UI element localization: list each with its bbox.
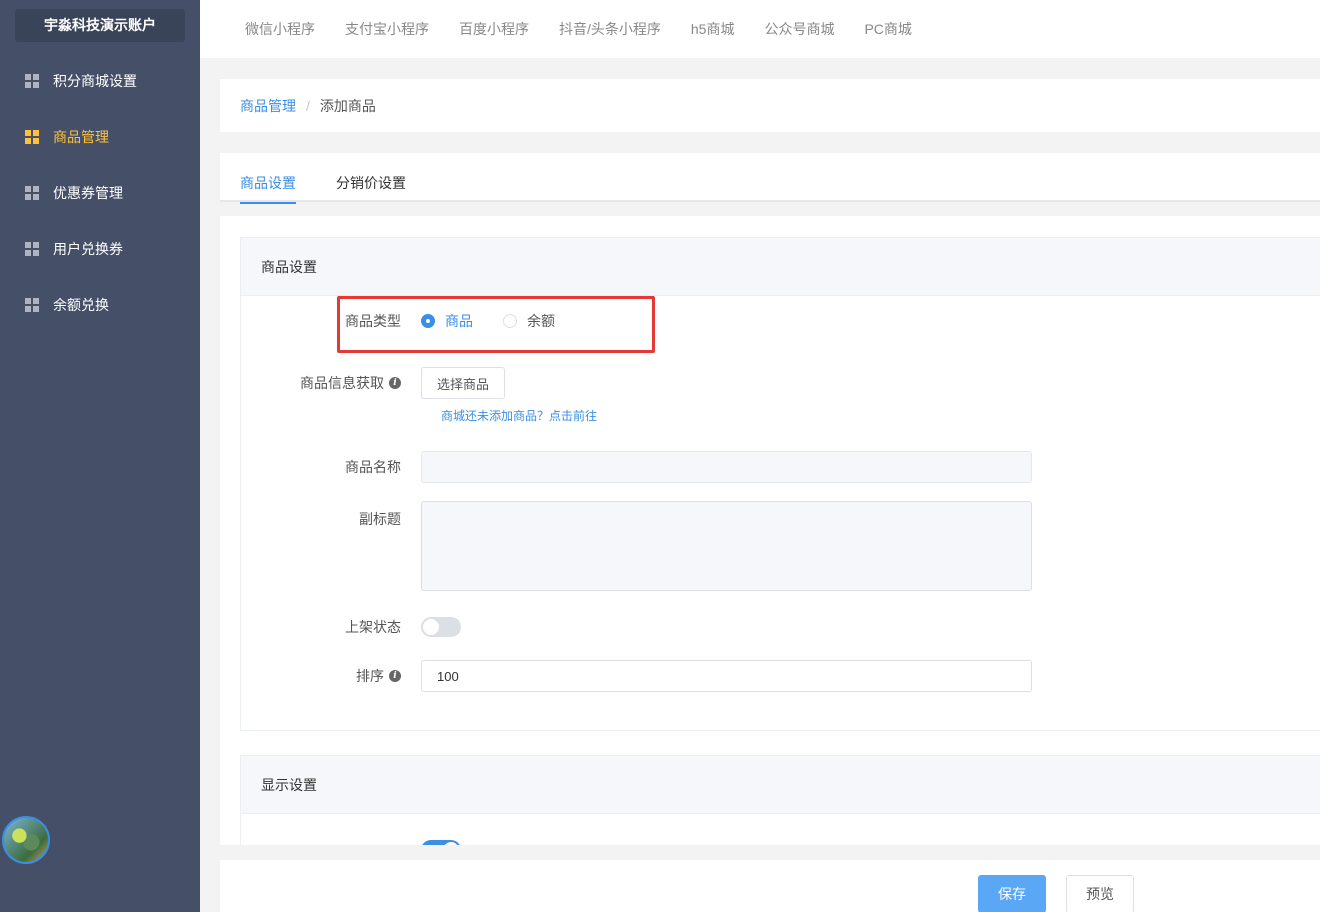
listing-status-row: 上架状态: [241, 617, 461, 637]
display-toggle-row: [241, 840, 461, 845]
breadcrumb-parent[interactable]: 商品管理: [240, 96, 296, 116]
fetch-hint-row: 商城还未添加商品？点击前往: [441, 407, 597, 424]
sidebar-item-label: 余额兑换: [53, 297, 109, 313]
sort-row: 排序 i: [241, 660, 1032, 692]
sidebar-item-label: 优惠券管理: [53, 185, 123, 201]
avatar[interactable]: [2, 816, 50, 864]
section-title: 显示设置: [241, 756, 1320, 814]
tab-official-account-mall[interactable]: 公众号商城: [764, 19, 834, 39]
sidebar-item-user-vouchers[interactable]: 用户兑换券: [0, 221, 200, 277]
section-title: 商品设置: [241, 238, 1320, 296]
sidebar-item-coupon-management[interactable]: 优惠券管理: [0, 165, 200, 221]
product-type-row: 商品类型 商品 余额: [241, 311, 585, 331]
product-type-radio-product[interactable]: 商品: [421, 311, 473, 331]
tab-pc-mall[interactable]: PC商城: [864, 19, 911, 39]
info-icon[interactable]: i: [389, 377, 401, 389]
info-icon[interactable]: i: [389, 670, 401, 682]
subtitle-row: 副标题: [241, 501, 1032, 591]
platform-tab-bar: 微信小程序 支付宝小程序 百度小程序 抖音/头条小程序 h5商城 公众号商城 P…: [200, 0, 1320, 58]
save-button[interactable]: 保存: [978, 875, 1046, 912]
grid-icon: [25, 186, 39, 200]
sort-label: 排序 i: [241, 666, 421, 686]
display-toggle[interactable]: [421, 840, 461, 845]
product-type-radio-balance[interactable]: 余额: [503, 311, 555, 331]
product-info-fetch-label: 商品信息获取 i: [241, 373, 421, 393]
sort-input[interactable]: [421, 660, 1032, 692]
grid-icon: [25, 130, 39, 144]
product-name-input[interactable]: [421, 451, 1032, 483]
tab-h5-mall[interactable]: h5商城: [691, 19, 735, 39]
radio-checked-icon: [421, 314, 435, 328]
select-product-button[interactable]: 选择商品: [421, 367, 506, 399]
account-name[interactable]: 宇淼科技演示账户: [15, 9, 185, 42]
sidebar-nav: 积分商城设置 商品管理 优惠券管理 用户兑换券 余额兑换: [0, 53, 200, 333]
subtitle-label: 副标题: [359, 511, 401, 527]
product-settings-section: 商品设置 商品类型 商品 余额 商品信息获取 i 选择商品 商城还未添加商品？点…: [240, 237, 1320, 731]
breadcrumb-current: 添加商品: [319, 97, 376, 114]
tab-alipay-mini-program[interactable]: 支付宝小程序: [345, 19, 429, 39]
product-name-label: 商品名称: [345, 459, 401, 475]
grid-icon: [25, 298, 39, 312]
tab-douyin-mini-program[interactable]: 抖音/头条小程序: [559, 19, 661, 39]
listing-status-toggle[interactable]: [421, 617, 461, 637]
sidebar-item-points-mall-settings[interactable]: 积分商城设置: [0, 53, 200, 109]
product-type-label: 商品类型: [345, 313, 401, 329]
add-product-link[interactable]: 商城还未添加商品？点击前往: [441, 407, 597, 424]
sidebar-item-label: 用户兑换券: [53, 241, 123, 257]
content-tabs: 商品设置 分销价设置: [220, 153, 1320, 204]
divider: [220, 202, 1320, 216]
sidebar-item-balance-exchange[interactable]: 余额兑换: [0, 277, 200, 333]
subtitle-textarea[interactable]: [421, 501, 1032, 591]
main-panel: 商品设置 分销价设置 商品设置 商品类型 商品 余额 商品信息获取 i 选择商品…: [220, 153, 1320, 845]
action-bar: 保存 预览: [220, 860, 1320, 912]
product-info-fetch-row: 商品信息获取 i 选择商品: [241, 367, 506, 399]
sidebar-item-label: 商品管理: [53, 129, 109, 145]
sidebar: 宇淼科技演示账户 积分商城设置 商品管理 优惠券管理 用户兑换券 余额兑换: [0, 0, 200, 912]
preview-button[interactable]: 预览: [1066, 875, 1134, 912]
grid-icon: [25, 74, 39, 88]
tab-wechat-mini-program[interactable]: 微信小程序: [245, 19, 315, 39]
grid-icon: [25, 242, 39, 256]
product-name-row: 商品名称: [241, 451, 1032, 483]
display-settings-section: 显示设置: [240, 755, 1320, 845]
tab-product-settings[interactable]: 商品设置: [240, 153, 296, 204]
breadcrumb-separator: /: [306, 97, 310, 114]
tab-distribution-price-settings[interactable]: 分销价设置: [336, 153, 406, 202]
sidebar-item-label: 积分商城设置: [53, 73, 137, 89]
breadcrumb: 商品管理 / 添加商品: [220, 79, 1320, 132]
listing-status-label: 上架状态: [345, 619, 401, 635]
radio-unchecked-icon: [503, 314, 517, 328]
tab-baidu-mini-program[interactable]: 百度小程序: [459, 19, 529, 39]
sidebar-item-product-management[interactable]: 商品管理: [0, 109, 200, 165]
radio-label: 商品: [445, 313, 473, 329]
radio-label: 余额: [527, 313, 555, 329]
